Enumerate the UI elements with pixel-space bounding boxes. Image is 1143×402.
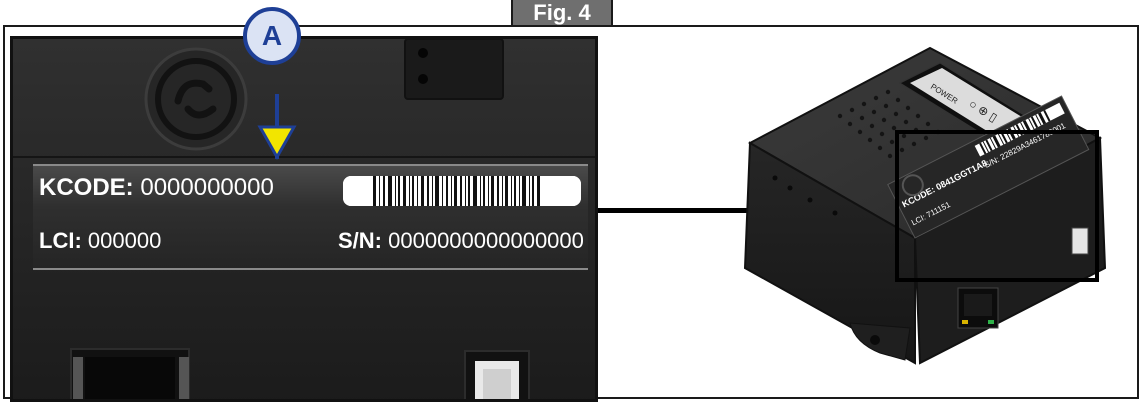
mounting-tab (849, 322, 911, 361)
lci-label: LCI: (39, 228, 82, 253)
lci-value: 000000 (87, 228, 162, 253)
kcode-value: 0000000000 (140, 174, 274, 201)
lci-line: LCI: 000000 (39, 228, 161, 254)
barcode-icon (343, 176, 581, 206)
side-port (1071, 227, 1089, 255)
bottom-port-right (464, 350, 530, 399)
figure-label: Fig. 4 (511, 0, 613, 28)
sn-value: 0000000000000000 (388, 228, 584, 253)
bottom-port-left (70, 348, 190, 399)
brand-logo-icon (144, 47, 248, 151)
sn-label: S/N: (338, 228, 382, 253)
label-closeup-panel: KCODE: 0000000000 LCI: 000000 S/N: 00000… (10, 36, 598, 402)
barcode (343, 176, 581, 206)
callout-badge: A (243, 7, 301, 65)
kcode-line: KCODE: 0000000000 (39, 174, 274, 202)
top-recess (404, 39, 504, 100)
label-plate: KCODE: 0000000000 LCI: 000000 S/N: 00000… (33, 164, 588, 270)
device-illustration: POWER ○ ⊕ ▯ KCODE: 0841GGT1A8 LCI: 71115… (743, 46, 1107, 365)
kcode-label: KCODE: (39, 174, 134, 201)
sn-line: S/N: 0000000000000000 (338, 228, 584, 254)
ethernet-port-icon (957, 287, 999, 329)
